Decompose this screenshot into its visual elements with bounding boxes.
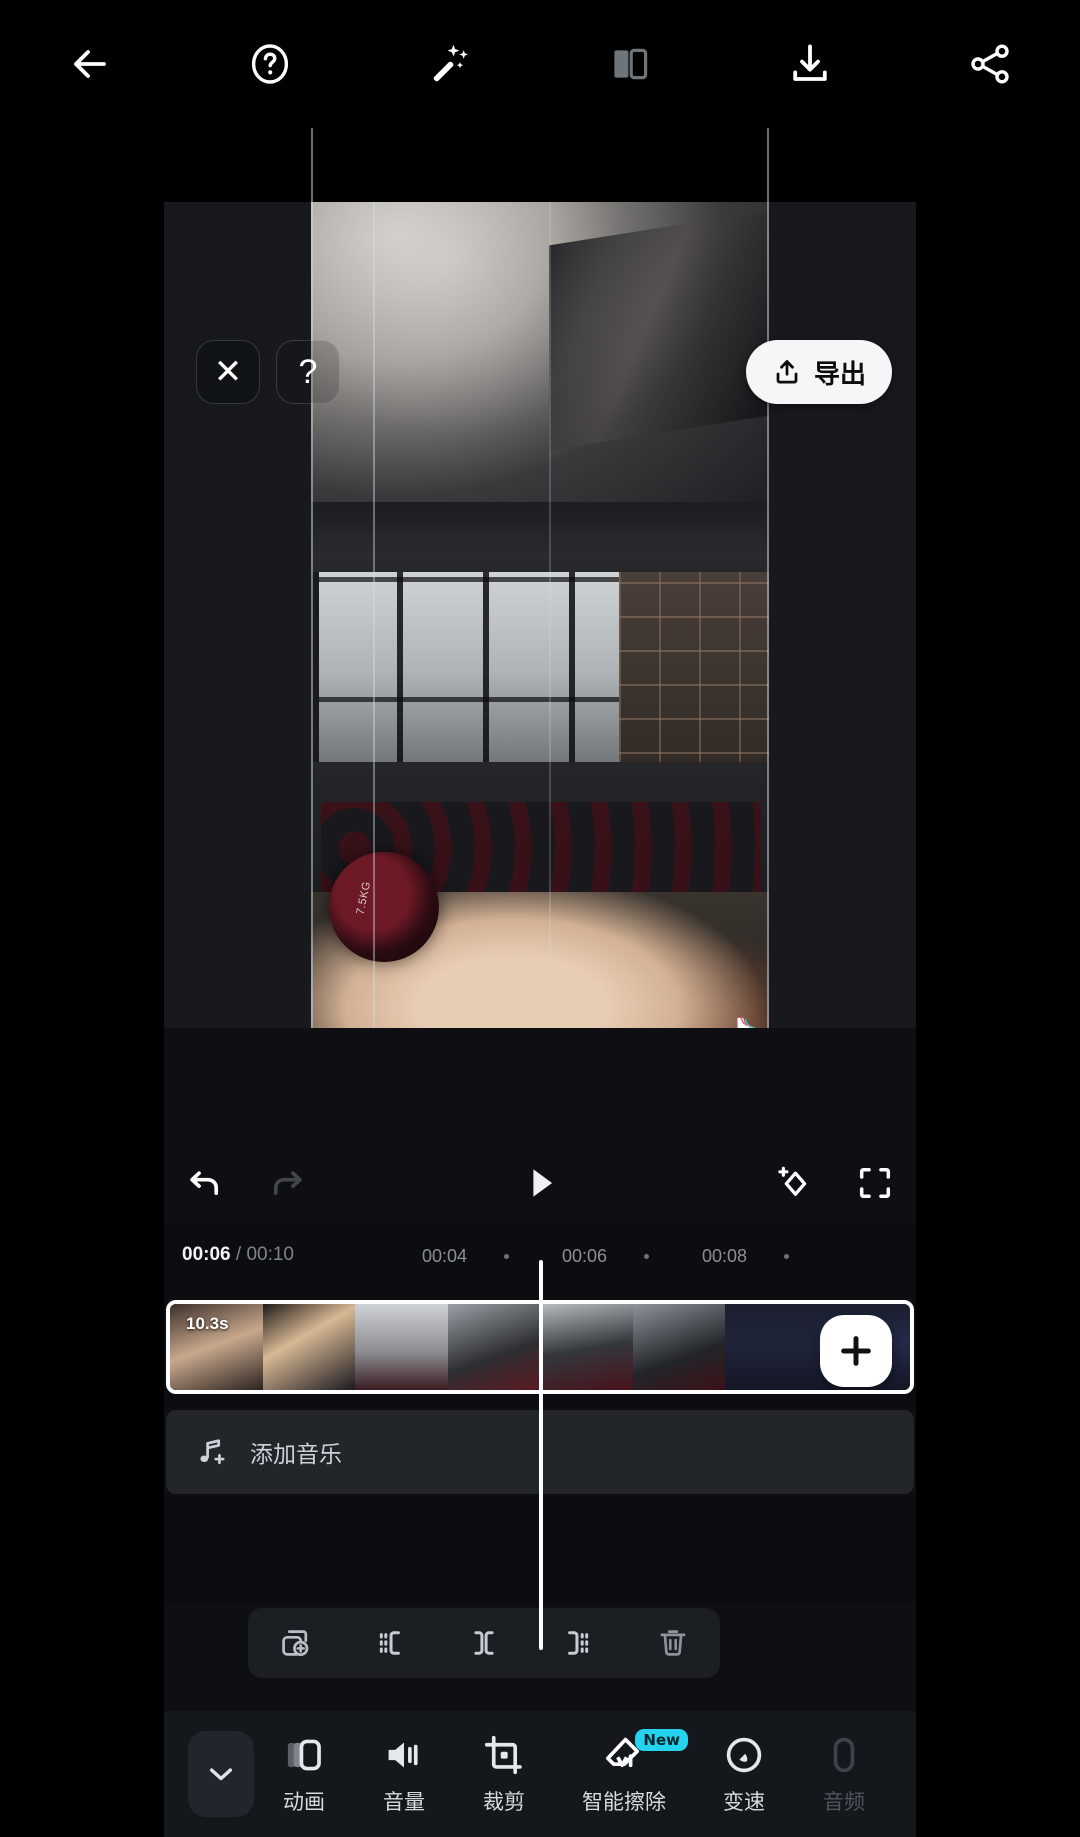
- nav-item-smart-erase[interactable]: New 智能擦除: [562, 1711, 688, 1837]
- play-button[interactable]: [499, 1142, 581, 1224]
- stage-letterbox: [164, 128, 916, 202]
- nav-label: 动画: [283, 1790, 325, 1814]
- add-keyframe-button[interactable]: [752, 1142, 834, 1224]
- close-icon: ✕: [213, 353, 243, 391]
- collapse-toolbar-button[interactable]: [188, 1731, 254, 1817]
- upload-icon: [776, 360, 798, 384]
- trim-left-button[interactable]: [342, 1608, 436, 1678]
- ruler-tick-label: 00:06: [562, 1246, 608, 1266]
- split-screen-icon: [614, 48, 648, 80]
- chevron-down-icon: [209, 1768, 233, 1781]
- preview-overlay-help-button[interactable]: ?: [276, 340, 340, 404]
- clip-thumbnail: [632, 1304, 725, 1390]
- ruler-tick-dot: [784, 1254, 789, 1259]
- duplicate-icon: [282, 1630, 309, 1657]
- video-glass-seam-left: [373, 202, 375, 1028]
- clip-duration-label: 10.3s: [186, 1314, 229, 1333]
- ruler-tick-label: 00:04: [422, 1246, 468, 1266]
- preview-guide-left: [311, 128, 313, 1028]
- redo-button[interactable]: [246, 1142, 328, 1224]
- nav-fade-overlay: [860, 1711, 916, 1837]
- clip-toolbar: [248, 1608, 720, 1678]
- add-music-label: 添加音乐: [250, 1441, 342, 1467]
- magic-wand-button[interactable]: [360, 0, 540, 128]
- nav-label: 音频: [823, 1790, 865, 1814]
- redo-icon: [273, 1171, 302, 1195]
- speedometer-icon: [726, 1737, 762, 1772]
- total-time: 00:10: [246, 1244, 294, 1265]
- help-icon: [251, 44, 289, 84]
- fullscreen-button[interactable]: [834, 1142, 916, 1224]
- bottom-toolbar: 动画 音量 裁剪 New 智能擦除 变速 音频: [164, 1711, 916, 1837]
- delete-clip-button[interactable]: [626, 1608, 720, 1678]
- ruler-tick-dot: [644, 1254, 649, 1259]
- ruler-tick-label: 00:08: [702, 1246, 748, 1266]
- player-controls: [164, 1142, 916, 1224]
- duplicate-clip-button[interactable]: [248, 1608, 342, 1678]
- fullscreen-icon: [859, 1167, 891, 1199]
- clip-thumbnail: [262, 1304, 355, 1390]
- undo-icon: [190, 1171, 219, 1195]
- video-dumbbell-region: 7.5KG: [329, 852, 439, 962]
- download-button[interactable]: [720, 0, 900, 128]
- clip-thumbnail: [540, 1304, 633, 1390]
- time-separator: /: [230, 1244, 247, 1265]
- preview-overlay-close-button[interactable]: ✕: [196, 340, 260, 404]
- current-time: 00:06: [182, 1244, 231, 1265]
- undo-button[interactable]: [164, 1142, 246, 1224]
- nav-item-crop[interactable]: 裁剪: [462, 1711, 546, 1837]
- time-readout: 00:06 / 00:10: [182, 1244, 294, 1266]
- split-screen-button[interactable]: [540, 0, 720, 128]
- editor-panel: 7.5KG 抖音号: 3997 ✕ ?: [164, 128, 916, 1711]
- nav-label: 音量: [383, 1790, 425, 1814]
- nav-label: 裁剪: [483, 1790, 525, 1814]
- magic-wand-icon: [433, 44, 468, 82]
- bottom-nav-scroller[interactable]: 动画 音量 裁剪 New 智能擦除 变速 音频: [164, 1711, 894, 1837]
- trim-left-icon: [379, 1631, 400, 1655]
- export-button[interactable]: 导出: [745, 340, 892, 404]
- ruler-tick-dot: [504, 1254, 509, 1259]
- plus-icon: [841, 1336, 871, 1366]
- trash-icon: [660, 1630, 686, 1656]
- playhead[interactable]: [539, 1260, 543, 1650]
- trim-right-button[interactable]: [531, 1608, 625, 1678]
- new-badge: New: [635, 1729, 688, 1752]
- animation-cards-icon: [287, 1739, 321, 1770]
- nav-item-animation[interactable]: 动画: [262, 1711, 346, 1837]
- split-clip-button[interactable]: [437, 1608, 531, 1678]
- keyframe-plus-icon: [778, 1166, 807, 1196]
- share-button[interactable]: [900, 0, 1080, 128]
- clip-thumbnail: [447, 1304, 540, 1390]
- preview-video[interactable]: 7.5KG 抖音号: 3997: [311, 202, 769, 1028]
- help-button[interactable]: [180, 0, 360, 128]
- nav-label: 变速: [723, 1790, 765, 1814]
- trim-right-icon: [568, 1631, 589, 1655]
- top-toolbar: [0, 0, 1080, 128]
- preview-guide-right: [767, 128, 769, 1028]
- speaker-icon: [388, 1742, 418, 1767]
- play-icon: [533, 1169, 553, 1197]
- clip-thumbnail: [725, 1304, 818, 1390]
- back-button[interactable]: [0, 0, 180, 128]
- preview-stage[interactable]: 7.5KG 抖音号: 3997 ✕ ?: [164, 128, 916, 1028]
- video-glass-seam-right: [549, 202, 551, 1028]
- question-mark-icon: ?: [298, 353, 318, 391]
- back-icon: [74, 50, 106, 78]
- crop-icon: [484, 1735, 522, 1774]
- nav-item-volume[interactable]: 音量: [362, 1711, 446, 1837]
- music-note-plus-icon: [200, 1439, 225, 1465]
- share-icon: [971, 44, 1009, 84]
- download-icon: [793, 44, 827, 81]
- clip-thumbnail: [355, 1304, 448, 1390]
- export-label: 导出: [813, 358, 866, 389]
- douyin-note-logo: [737, 1016, 755, 1028]
- add-clip-button[interactable]: [820, 1315, 892, 1387]
- nav-item-speed[interactable]: 变速: [702, 1711, 786, 1837]
- split-icon: [474, 1631, 494, 1655]
- app-root: 7.5KG 抖音号: 3997 ✕ ?: [0, 0, 1080, 1837]
- video-ceiling-region: [311, 202, 769, 532]
- nav-label: 智能擦除: [582, 1790, 666, 1814]
